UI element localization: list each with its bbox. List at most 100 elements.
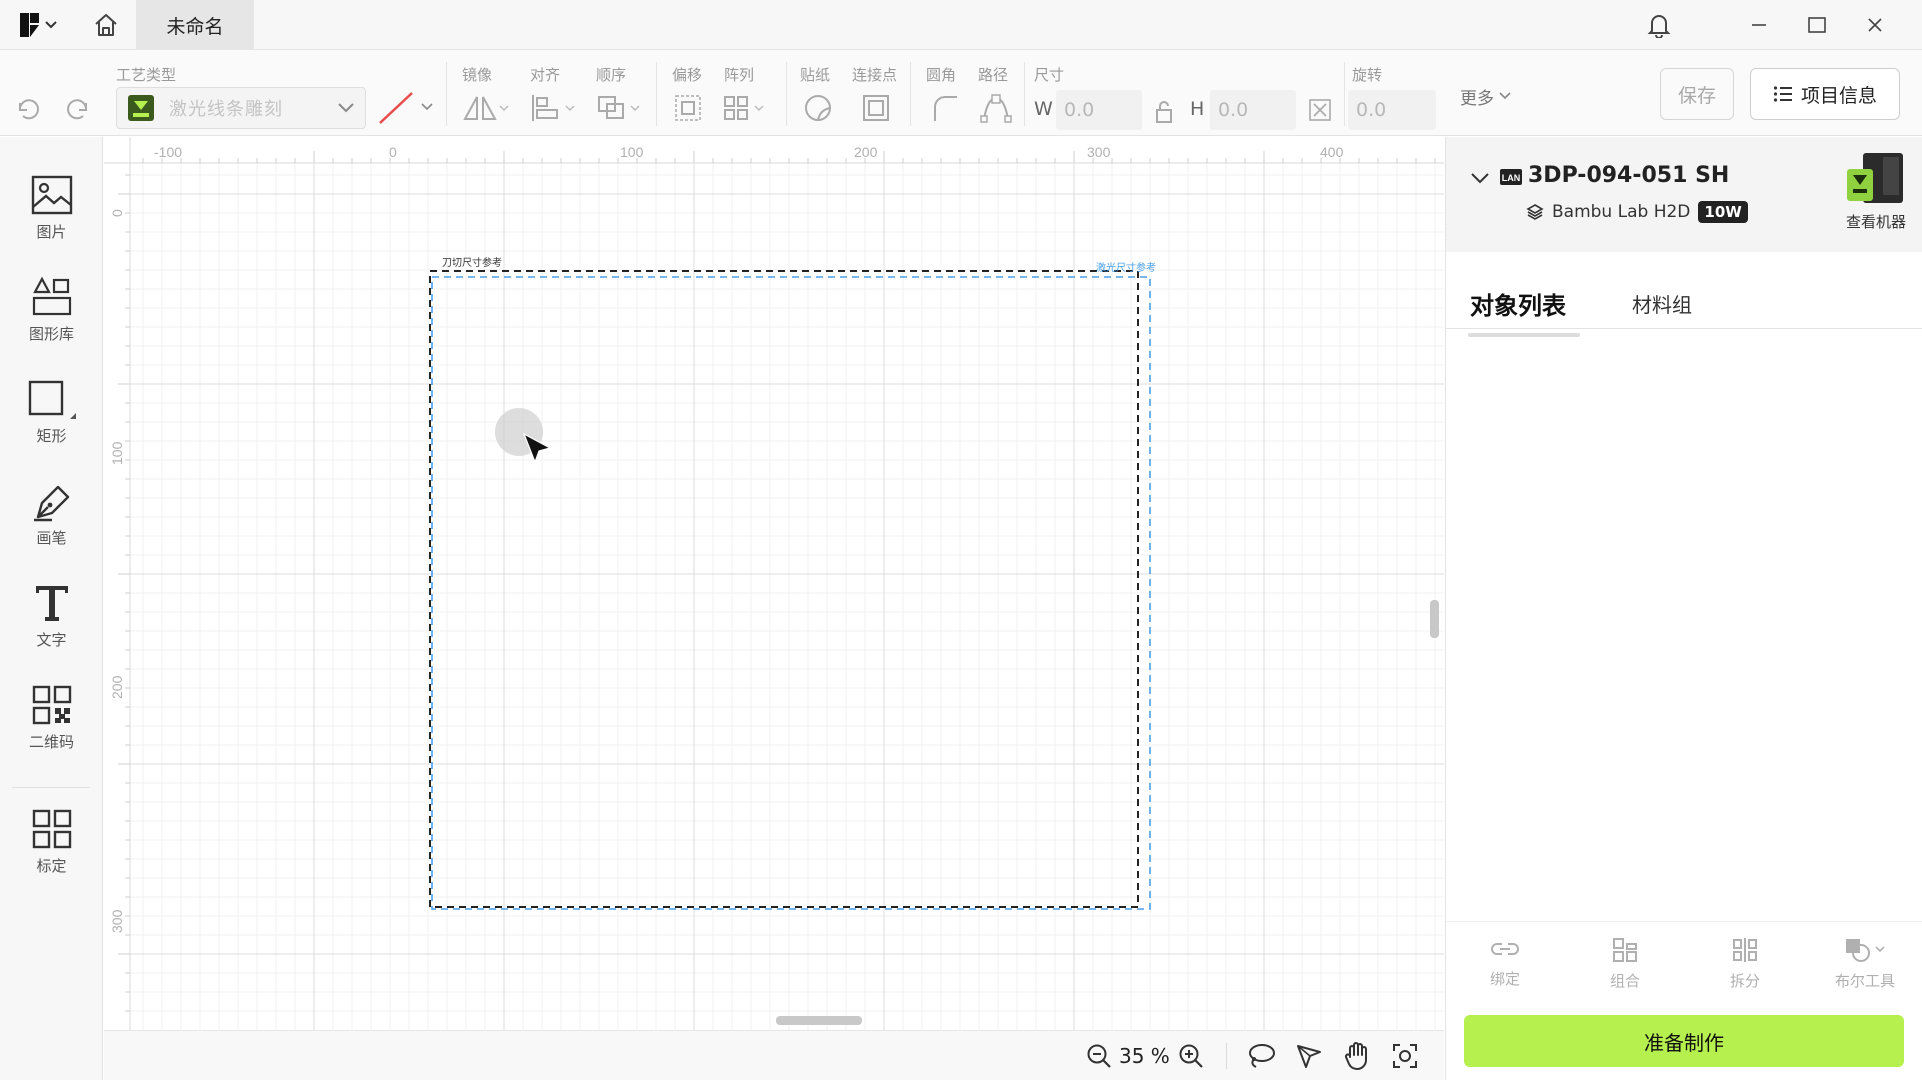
prepare-button[interactable]: 准备制作 [1464, 1015, 1904, 1067]
hand-icon [1344, 1042, 1367, 1070]
path-node-icon [980, 94, 1012, 123]
view-machine-button[interactable]: 查看机器 [1836, 151, 1916, 246]
mirror-button[interactable] [460, 90, 512, 126]
close-icon [1868, 18, 1882, 32]
sidebar-item-shape-library[interactable]: 图形库 [0, 275, 103, 365]
ruler-top [104, 137, 1444, 163]
power-badge: 10W [1698, 201, 1748, 223]
more-button[interactable]: 更多 [1460, 80, 1512, 112]
text-icon [35, 586, 68, 621]
qrcode-icon [32, 685, 71, 725]
canvas-bottom-bar: 35 % [104, 1030, 1444, 1080]
bind-button[interactable]: 绑定 [1460, 936, 1550, 989]
notification-button[interactable] [1644, 0, 1674, 50]
width-input[interactable]: 0.0 [1056, 90, 1142, 130]
lasso-select-button[interactable] [1244, 1039, 1278, 1073]
sidebar-item-calibrate[interactable]: 标定 [0, 807, 103, 897]
machine-model-row: Bambu Lab H2D 10W [1526, 201, 1748, 223]
group-icon [1613, 938, 1637, 962]
line-color-button[interactable] [376, 90, 436, 126]
redo-button[interactable] [60, 90, 96, 126]
select-tool-button[interactable] [1292, 1039, 1326, 1073]
width-label: W [1034, 98, 1053, 120]
offset-button[interactable] [668, 90, 708, 126]
mirror-icon [463, 96, 509, 120]
select-arrow-icon [1297, 1045, 1321, 1068]
tab-material-group[interactable]: 材料组 [1632, 277, 1692, 329]
zoom-out-button[interactable] [1084, 1039, 1114, 1073]
sticker-button[interactable] [798, 90, 838, 126]
active-tab-indicator [1468, 333, 1580, 337]
minimize-icon [1752, 24, 1766, 26]
maximize-button[interactable] [1802, 0, 1832, 50]
zoom-in-button[interactable] [1176, 1039, 1206, 1073]
height-label: H [1190, 98, 1205, 120]
ruler-y-label: 100 [109, 441, 125, 465]
height-input[interactable]: 0.0 [1210, 90, 1296, 130]
corner-label: 圆角 [926, 66, 957, 84]
undo-button[interactable] [10, 90, 46, 126]
ruler-y-label: 200 [109, 675, 125, 699]
more-label: 更多 [1460, 88, 1494, 109]
boolean-tool-button[interactable]: 布尔工具 [1820, 936, 1910, 991]
app-menu-button[interactable] [14, 0, 64, 50]
image-icon [31, 175, 72, 215]
vertical-scrollbar[interactable] [1430, 600, 1439, 638]
left-sidebar: 图片 图形库 矩形 画笔 文字 二维码 标定 [0, 137, 103, 1080]
zoom-level[interactable]: 35 % [1119, 1039, 1170, 1073]
fit-view-icon [1393, 1044, 1417, 1068]
calibrate-icon [32, 809, 71, 849]
path-edit-button[interactable] [976, 90, 1016, 126]
home-button[interactable] [86, 0, 126, 50]
arrange-order-icon [598, 96, 640, 119]
offset-label: 偏移 [672, 66, 703, 84]
pan-tool-button[interactable] [1340, 1039, 1374, 1073]
ruler-x-label: -100 [154, 144, 182, 160]
list-icon [1773, 86, 1792, 102]
design-canvas[interactable]: -100 0 100 200 300 400 0 100 200 300 刀切尺… [104, 137, 1444, 1030]
rotate-input[interactable]: 0.0 [1348, 90, 1436, 130]
sidebar-item-pen[interactable]: 画笔 [0, 479, 103, 569]
project-info-button[interactable]: 项目信息 [1750, 68, 1900, 120]
save-button[interactable]: 保存 [1660, 68, 1734, 120]
zoom-out-icon [1087, 1044, 1111, 1068]
chevron-down-icon[interactable] [1470, 171, 1490, 185]
close-button[interactable] [1860, 0, 1890, 50]
align-button[interactable] [528, 90, 580, 126]
lan-icon: LAN [1500, 169, 1522, 185]
sidebar-item-image[interactable]: 图片 [0, 173, 103, 263]
process-type-label: 工艺类型 [116, 66, 177, 84]
horizontal-scrollbar[interactable] [776, 1016, 862, 1025]
align-left-icon [532, 95, 575, 121]
minimize-button[interactable] [1744, 0, 1774, 50]
aspect-lock-button[interactable] [1148, 94, 1180, 130]
split-button[interactable]: 拆分 [1700, 936, 1790, 991]
fit-size-button[interactable] [1302, 92, 1338, 128]
machine-name: 3DP-094-051 SH [1528, 163, 1730, 188]
bottom-separator [1226, 1043, 1227, 1069]
machine-card[interactable]: LAN 3DP-094-051 SH Bambu Lab H2D 10W 查看机… [1446, 137, 1922, 252]
lock-icon [1156, 101, 1172, 123]
array-button[interactable] [720, 90, 772, 126]
document-tab[interactable]: 未命名 [136, 0, 254, 50]
sticker-label: 贴纸 [800, 66, 831, 84]
sidebar-item-rectangle[interactable]: 矩形 [0, 377, 103, 467]
process-type-select[interactable]: 激光线条雕刻 [116, 87, 366, 129]
array-label: 阵列 [724, 66, 755, 84]
corner-radius-button[interactable] [924, 90, 964, 126]
blade-ref-label: 刀切尺寸参考 [442, 256, 502, 269]
sidebar-separator [12, 787, 90, 788]
sidebar-item-qrcode[interactable]: 二维码 [0, 683, 103, 773]
sidebar-item-text[interactable]: 文字 [0, 581, 103, 671]
group-button[interactable]: 组合 [1580, 936, 1670, 991]
sidebar-item-label: 画笔 [36, 529, 67, 547]
connect-point-button[interactable] [856, 90, 896, 126]
home-icon [95, 14, 117, 36]
sidebar-item-label: 图片 [36, 223, 67, 241]
sidebar-item-label: 文字 [36, 631, 67, 649]
laser-process-icon [128, 95, 154, 121]
fit-view-button[interactable] [1388, 1039, 1422, 1073]
mirror-label: 镜像 [462, 66, 493, 84]
tab-object-list[interactable]: 对象列表 [1470, 277, 1566, 329]
order-button[interactable] [594, 90, 646, 126]
